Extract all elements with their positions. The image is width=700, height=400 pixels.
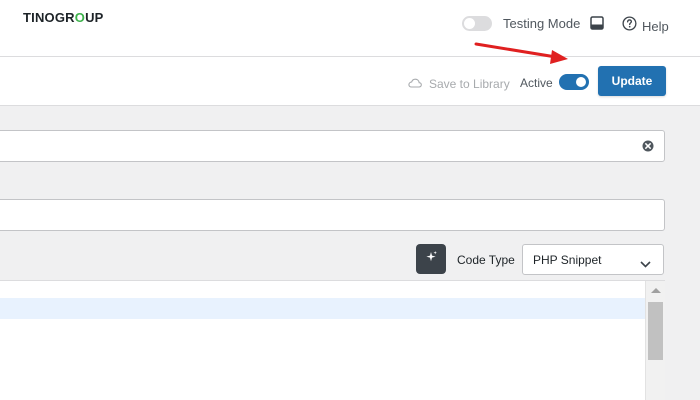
code-type-value: PHP Snippet (533, 253, 602, 267)
chevron-down-icon (640, 255, 651, 273)
code-editor[interactable] (0, 280, 665, 400)
code-toolbar: Code Type PHP Snippet (0, 241, 700, 280)
help-circle-icon (622, 16, 637, 36)
testing-mode-label: Testing Mode (503, 16, 581, 31)
layout-panel-icon[interactable] (590, 16, 604, 35)
active-line-highlight (0, 298, 645, 319)
active-toggle[interactable] (559, 74, 589, 90)
annotation-arrow (474, 42, 568, 64)
scroll-thumb[interactable] (648, 302, 663, 360)
scroll-up-arrow-icon[interactable] (651, 288, 661, 293)
editor-scrollbar[interactable] (645, 281, 665, 400)
clear-circle-icon[interactable] (642, 139, 654, 157)
snippet-action-bar: Save to Library Active Update (0, 57, 700, 106)
ai-generate-button[interactable] (416, 244, 446, 274)
snippet-description-field[interactable] (0, 199, 665, 231)
code-type-label: Code Type (457, 253, 515, 267)
testing-mode-toggle[interactable] (462, 16, 492, 31)
help-label: Help (642, 18, 669, 34)
tinogroup-logo: TINOGROUP (23, 10, 104, 25)
save-to-library-button[interactable]: Save to Library (408, 75, 510, 93)
snippet-title-field[interactable] (0, 130, 665, 162)
top-bar: TINOGROUP Testing Mode Help (0, 0, 700, 57)
sparkle-icon (424, 250, 438, 269)
testing-mode-control[interactable]: Testing Mode (462, 16, 580, 31)
update-button[interactable]: Update (598, 66, 666, 96)
cloud-icon (408, 75, 422, 93)
active-label: Active (520, 76, 553, 90)
code-type-select[interactable]: PHP Snippet (522, 244, 664, 275)
save-to-library-label: Save to Library (429, 77, 510, 91)
help-button[interactable]: Help (622, 16, 669, 36)
